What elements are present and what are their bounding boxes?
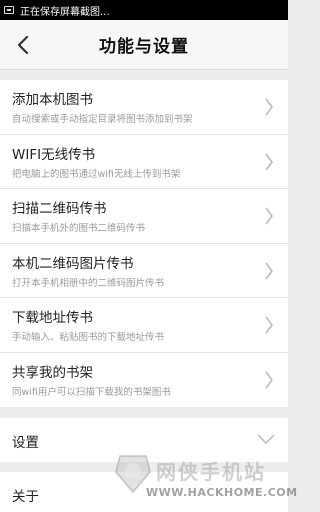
status-bar: 正在保存屏幕截图...: [0, 0, 288, 20]
option-subtitle: 把电脑上的图书通过wifi无线上传到书架: [12, 168, 181, 180]
option-subtitle: 打开本手机相册中的二维码图片传书: [12, 277, 165, 289]
about-row[interactable]: 关于: [0, 472, 288, 512]
option-wifi-transfer[interactable]: WIFI无线传书 把电脑上的图书通过wifi无线上传到书架: [0, 135, 288, 189]
chevron-right-icon: [265, 153, 273, 170]
option-title: 本机二维码图片传书: [12, 255, 134, 272]
option-local-qr-image[interactable]: 本机二维码图片传书 打开本手机相册中的二维码图片传书: [0, 244, 288, 298]
option-subtitle: 自动搜索或手动指定目录将图书添加到书架: [12, 114, 193, 125]
option-title: 添加本机图书: [12, 92, 93, 108]
settings-label: 设置: [12, 435, 39, 451]
back-button[interactable]: [10, 32, 36, 58]
option-subtitle: 手动输入、粘贴图书的下载地址传书: [12, 332, 165, 343]
chevron-right-icon: [265, 262, 273, 279]
import-options-list: 添加本机图书 自动搜索或手动指定目录将图书添加到书架 WIFI无线传书 把电脑上…: [0, 80, 288, 407]
chevron-right-icon: [265, 371, 273, 388]
option-title: WIFI无线传书: [12, 146, 96, 163]
chevron-right-icon: [265, 316, 273, 334]
header-bar: 功能与设置: [0, 20, 288, 70]
chevron-left-icon: [17, 36, 29, 54]
option-subtitle: 扫描本手机外的图书二维码传书: [12, 223, 146, 234]
page-title: 功能与设置: [99, 37, 189, 57]
about-label: 关于: [12, 489, 39, 505]
option-subtitle: 同wifi用户可以扫描下载我的书架图书: [12, 386, 171, 398]
status-bar-text: 正在保存屏幕截图...: [20, 6, 110, 18]
option-share-bookshelf[interactable]: 共享我的书架 同wifi用户可以扫描下载我的书架图书: [0, 353, 288, 408]
option-scan-qr[interactable]: 扫描二维码传书 扫描本手机外的图书二维码传书: [0, 189, 288, 244]
option-title: 下载地址传书: [12, 310, 93, 326]
chevron-right-icon: [265, 98, 273, 116]
chevron-right-icon: [265, 207, 273, 225]
option-download-url[interactable]: 下载地址传书 手动输入、粘贴图书的下载地址传书: [0, 298, 288, 353]
settings-row[interactable]: 设置: [0, 418, 288, 462]
screenshot-icon: [4, 6, 14, 14]
chevron-down-icon: [257, 434, 275, 445]
option-add-local-book[interactable]: 添加本机图书 自动搜索或手动指定目录将图书添加到书架: [0, 80, 288, 135]
option-title: 扫描二维码传书: [12, 201, 107, 217]
option-title: 共享我的书架: [12, 364, 93, 381]
